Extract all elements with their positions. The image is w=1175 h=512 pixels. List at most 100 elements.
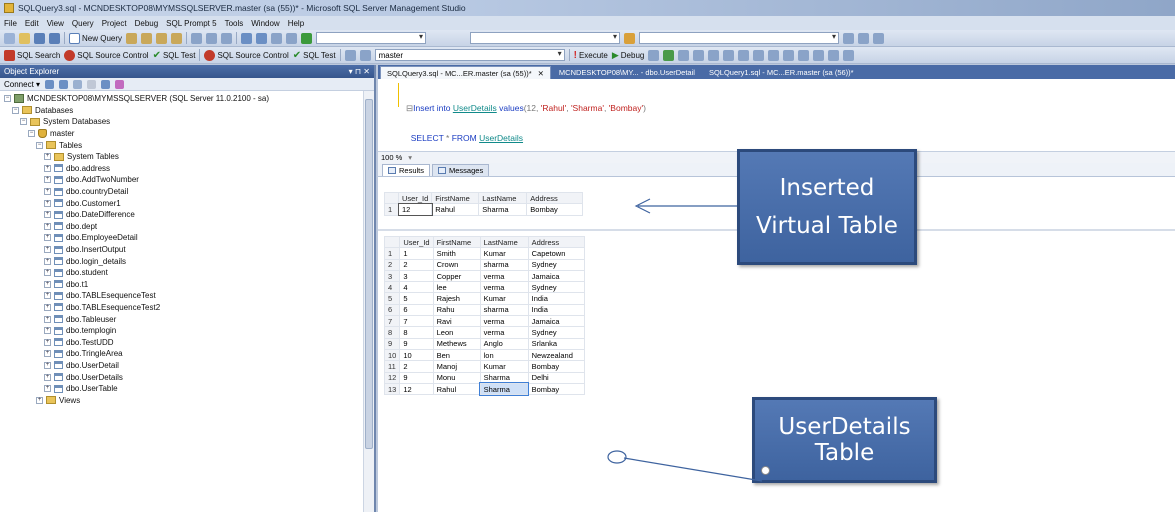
collapse-icon[interactable]: − bbox=[4, 95, 11, 103]
tree-node-dbo-countrydetail[interactable]: + dbo.countryDetail bbox=[0, 186, 374, 198]
table-cell[interactable]: verma bbox=[479, 315, 529, 328]
column-header[interactable]: Address bbox=[527, 235, 585, 249]
menu-item-help[interactable]: Help bbox=[288, 19, 304, 28]
xmla-query-icon[interactable] bbox=[171, 32, 183, 44]
expand-icon[interactable]: + bbox=[44, 176, 51, 184]
table-row[interactable]: 4 4 lee verma Sydney bbox=[383, 281, 585, 294]
db-engine-query-icon[interactable] bbox=[126, 32, 138, 44]
table-cell[interactable]: Bombay bbox=[526, 203, 584, 216]
redo-icon[interactable] bbox=[256, 32, 268, 44]
table-cell[interactable]: Sharma bbox=[478, 203, 528, 216]
table-cell[interactable]: 12 bbox=[397, 202, 433, 217]
row-number[interactable]: 6 bbox=[383, 303, 401, 317]
menu-item-tools[interactable]: Tools bbox=[225, 19, 244, 28]
refresh-icon[interactable] bbox=[101, 79, 111, 89]
tree-node-dbo-login-details[interactable]: + dbo.login_details bbox=[0, 255, 374, 267]
table-cell[interactable]: Monu bbox=[432, 371, 481, 384]
object-explorer-icon[interactable] bbox=[858, 32, 870, 44]
table-cell[interactable]: 6 bbox=[399, 303, 434, 317]
decrease-indent-icon[interactable] bbox=[828, 49, 840, 61]
activity-monitor-icon[interactable] bbox=[115, 79, 125, 89]
table-cell[interactable]: lon bbox=[479, 348, 529, 362]
table-cell[interactable]: Newzealand bbox=[527, 348, 585, 362]
table-cell[interactable]: 2 bbox=[399, 258, 434, 271]
find-in-files-icon[interactable] bbox=[624, 32, 636, 44]
tree-node-dbo-userdetail[interactable]: + dbo.UserDetail bbox=[0, 360, 374, 372]
row-number[interactable]: 10 bbox=[383, 348, 401, 362]
scrollbar-thumb[interactable] bbox=[365, 99, 373, 449]
table-cell[interactable]: Crown bbox=[432, 258, 481, 271]
table-cell[interactable]: 5 bbox=[399, 292, 434, 305]
table-cell[interactable]: 2 bbox=[399, 360, 434, 373]
disconnect-icon[interactable] bbox=[59, 79, 69, 89]
tree-node-dbo-employeedetail[interactable]: + dbo.EmployeeDetail bbox=[0, 232, 374, 244]
table-cell[interactable]: Rahul bbox=[431, 203, 480, 216]
include-plan-icon[interactable] bbox=[723, 49, 735, 61]
expand-icon[interactable]: + bbox=[44, 373, 51, 381]
expand-icon[interactable]: + bbox=[44, 246, 51, 254]
table-cell[interactable]: 7 bbox=[399, 315, 434, 328]
results-file-icon[interactable] bbox=[783, 49, 795, 61]
sql-test-button-2[interactable]: ✔ SQL Test bbox=[293, 50, 336, 61]
table-cell[interactable]: 10 bbox=[399, 348, 434, 362]
table-cell[interactable]: Rahul bbox=[432, 382, 481, 396]
tree-node-system-databases[interactable]: − System Databases bbox=[0, 116, 374, 128]
cut-icon[interactable] bbox=[191, 32, 203, 44]
table-cell[interactable]: 8 bbox=[399, 326, 434, 339]
new-query-button[interactable]: New Query bbox=[69, 32, 122, 44]
table-cell[interactable]: Kumar bbox=[479, 360, 529, 373]
increase-indent-icon[interactable] bbox=[843, 49, 855, 61]
table-cell[interactable]: Sharma bbox=[479, 371, 529, 384]
table-cell[interactable]: Bombay bbox=[527, 382, 585, 396]
tree-node-dbo-customer1[interactable]: + dbo.Customer1 bbox=[0, 197, 374, 209]
toolbox-icon[interactable] bbox=[873, 32, 885, 44]
tree-node-dbo-tablesequencetest[interactable]: + dbo.TABLEsequenceTest bbox=[0, 290, 374, 302]
table-row[interactable]: 11 2 Manoj Kumar Bombay bbox=[383, 360, 585, 373]
collapse-icon[interactable]: − bbox=[20, 118, 27, 126]
table-cell[interactable]: sharma bbox=[479, 303, 529, 317]
table-cell[interactable]: Copper bbox=[432, 269, 481, 283]
stop-icon[interactable] bbox=[73, 79, 83, 89]
query-designer-icon[interactable] bbox=[693, 49, 705, 61]
table-row[interactable]: 1 1 Smith Kumar Capetown bbox=[383, 247, 585, 260]
column-header[interactable]: User_Id bbox=[397, 191, 433, 205]
execute-button[interactable]: ! Execute bbox=[574, 50, 608, 61]
client-stats-icon[interactable] bbox=[738, 49, 750, 61]
table-row[interactable]: 8 8 Leon verma Sydney bbox=[383, 326, 585, 339]
cancel-query-icon[interactable] bbox=[648, 49, 660, 61]
row-number[interactable]: 4 bbox=[383, 281, 401, 294]
sql-source-control-button-2[interactable]: SQL Source Control bbox=[204, 49, 289, 61]
table-cell[interactable]: Delhi bbox=[527, 371, 585, 384]
tab-sqlquery3[interactable]: SQLQuery3.sql - MC...ER.master (sa (55))… bbox=[380, 66, 551, 79]
tree-node-dbo-addtwonumber[interactable]: + dbo.AddTwoNumber bbox=[0, 174, 374, 186]
table-cell[interactable]: Manoj bbox=[432, 360, 481, 373]
column-header[interactable]: FirstName bbox=[431, 191, 480, 205]
sql-search-button[interactable]: SQL Search bbox=[4, 49, 60, 61]
save-icon[interactable] bbox=[34, 32, 45, 44]
find-icon[interactable] bbox=[286, 32, 298, 44]
expand-icon[interactable]: + bbox=[44, 222, 51, 230]
table-cell[interactable]: 9 bbox=[399, 337, 434, 350]
tree-node-dbo-insertoutput[interactable]: + dbo.InsertOutput bbox=[0, 244, 374, 256]
tree-node-dbo-t1[interactable]: + dbo.t1 bbox=[0, 279, 374, 291]
table-cell[interactable]: verma bbox=[479, 326, 529, 339]
available-databases-combo[interactable]: master bbox=[374, 49, 565, 61]
row-number[interactable]: 9 bbox=[383, 337, 401, 350]
expand-icon[interactable]: + bbox=[44, 211, 51, 219]
table-cell[interactable]: 1 bbox=[399, 247, 434, 260]
table-row[interactable]: 10 10 Ben lon Newzealand bbox=[383, 348, 585, 362]
tree-node-dbo-tableuser[interactable]: + dbo.Tableuser bbox=[0, 313, 374, 325]
new-project-icon[interactable] bbox=[4, 32, 15, 44]
table-row[interactable]: 7 7 Ravi verma Jamaica bbox=[383, 315, 585, 328]
table-cell[interactable]: Rahu bbox=[432, 303, 481, 317]
expand-icon[interactable]: + bbox=[44, 153, 51, 161]
table-cell[interactable]: Leon bbox=[432, 326, 481, 339]
expand-icon[interactable]: + bbox=[44, 315, 51, 323]
connect-object-icon[interactable] bbox=[45, 79, 55, 89]
results-text-icon[interactable] bbox=[753, 49, 765, 61]
solution-platform-combo[interactable] bbox=[470, 32, 621, 44]
table-cell[interactable]: Smith bbox=[432, 247, 481, 260]
zoom-level[interactable]: 100 % bbox=[381, 153, 402, 162]
mdx-query-icon[interactable] bbox=[156, 32, 168, 44]
column-header[interactable]: Address bbox=[526, 191, 584, 205]
